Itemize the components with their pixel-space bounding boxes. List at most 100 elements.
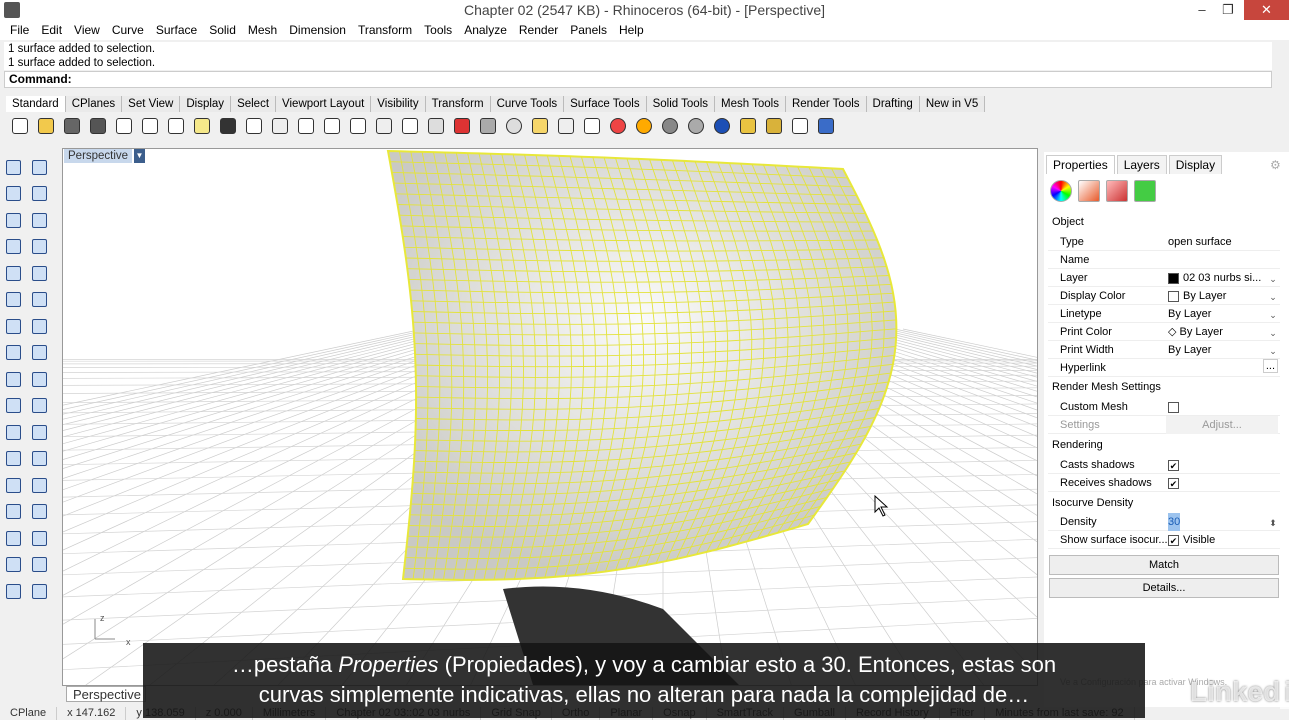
menu-view[interactable]: View (68, 20, 106, 40)
viewport-tab-perspective[interactable]: Perspective (66, 686, 146, 702)
split-tool-icon[interactable] (28, 395, 50, 417)
rectangle-tool-icon[interactable] (28, 236, 50, 258)
cut-icon[interactable] (138, 114, 162, 138)
panel-settings-gear-icon[interactable]: ⚙ (1270, 158, 1281, 172)
menu-render[interactable]: Render (513, 20, 564, 40)
move-icon[interactable] (268, 114, 292, 138)
dimension-icon[interactable] (788, 114, 812, 138)
toolbar-tab-drafting[interactable]: Drafting (866, 96, 920, 112)
help-icon[interactable] (814, 114, 838, 138)
lock-icon[interactable] (580, 114, 604, 138)
erase-tool-icon[interactable] (2, 580, 24, 602)
chevron-down-icon[interactable]: ⌄ (1266, 324, 1280, 340)
point-icon[interactable] (476, 114, 500, 138)
copy-icon[interactable] (164, 114, 188, 138)
visible-checkbox[interactable]: ✔ (1168, 534, 1179, 546)
toolbar-tab-curve-tools[interactable]: Curve Tools (490, 96, 565, 112)
polygon-tool-icon[interactable] (2, 236, 24, 258)
toolbar-tab-viewport-layout[interactable]: Viewport Layout (276, 96, 372, 112)
circle-tool-icon[interactable] (2, 209, 24, 231)
point-grid-tool-icon[interactable] (28, 183, 50, 205)
restore-button[interactable]: ❐ (1214, 0, 1242, 20)
close-button[interactable]: ✕ (1244, 0, 1289, 20)
menu-edit[interactable]: Edit (35, 20, 68, 40)
toolbar-tab-transform[interactable]: Transform (425, 96, 491, 112)
explode-tool-icon[interactable] (2, 368, 24, 390)
tab-properties[interactable]: Properties (1046, 155, 1115, 174)
rendered-sphere-icon[interactable] (684, 114, 708, 138)
render-tool-icon[interactable] (28, 580, 50, 602)
circle-icon[interactable] (502, 114, 526, 138)
car-icon[interactable] (450, 114, 474, 138)
toolbar-tab-surface-tools[interactable]: Surface Tools (564, 96, 647, 112)
point-tool-icon[interactable] (28, 156, 50, 178)
cylinder-tool-icon[interactable] (2, 342, 24, 364)
toolbar-tab-cplanes[interactable]: CPlanes (65, 96, 123, 112)
scale-tool-icon[interactable] (28, 474, 50, 496)
rotate-view-icon[interactable] (398, 114, 422, 138)
sphere-tool-icon[interactable] (28, 315, 50, 337)
toolbar-tab-mesh-tools[interactable]: Mesh Tools (715, 96, 786, 112)
details-button[interactable]: Details... (1049, 578, 1279, 598)
chevron-down-icon[interactable]: ⌄ (1266, 342, 1280, 358)
viewport-title[interactable]: Perspective (64, 149, 133, 163)
array-tool-icon[interactable] (28, 501, 50, 523)
menu-file[interactable]: File (4, 20, 35, 40)
menu-dimension[interactable]: Dimension (283, 20, 352, 40)
texture-mapping-icon[interactable] (1134, 180, 1156, 202)
surface-corner-tool-icon[interactable] (2, 289, 24, 311)
fillet-tool-icon[interactable] (28, 421, 50, 443)
command-input[interactable]: Command: (4, 71, 1272, 88)
perspective-viewport[interactable] (62, 148, 1038, 686)
menu-panels[interactable]: Panels (564, 20, 613, 40)
density-spinner[interactable]: ⬍ (1266, 514, 1280, 530)
viewport-menu-arrow[interactable]: ▼ (134, 149, 145, 163)
extrude-tool-icon[interactable] (28, 289, 50, 311)
rhino-app-icon[interactable] (4, 2, 20, 18)
menu-tools[interactable]: Tools (418, 20, 458, 40)
light-icon[interactable] (554, 114, 578, 138)
hyperlink-browse-button[interactable]: ... (1262, 359, 1278, 373)
undo-icon[interactable] (216, 114, 240, 138)
menu-help[interactable]: Help (613, 20, 650, 40)
analyze-tool-icon[interactable] (2, 554, 24, 576)
casts-shadows-checkbox[interactable]: ✔ (1168, 459, 1179, 471)
object-properties-icon[interactable] (1050, 180, 1072, 202)
layers-icon[interactable] (528, 114, 552, 138)
toolbar-tab-select[interactable]: Select (231, 96, 277, 112)
status-x-147-162[interactable]: x 147.162 (57, 707, 127, 720)
zoom-selected-icon[interactable] (372, 114, 396, 138)
trim-tool-icon[interactable] (28, 368, 50, 390)
render-sphere-icon[interactable] (632, 114, 656, 138)
block-tool-icon[interactable] (2, 527, 24, 549)
text-tool-icon[interactable] (2, 474, 24, 496)
tab-display[interactable]: Display (1168, 155, 1223, 174)
curve-fillet-tool-icon[interactable] (2, 448, 24, 470)
box-tool-icon[interactable] (2, 315, 24, 337)
menu-transform[interactable]: Transform (352, 20, 418, 40)
material-icon[interactable] (1078, 180, 1100, 202)
toolbar-tab-display[interactable]: Display (180, 96, 232, 112)
select-tool-icon[interactable] (2, 156, 24, 178)
paste-icon[interactable] (190, 114, 214, 138)
match-button[interactable]: Match (1049, 555, 1279, 575)
print-icon[interactable] (86, 114, 110, 138)
zoom-extents-icon[interactable] (346, 114, 370, 138)
four-viewports-icon[interactable] (424, 114, 448, 138)
pan-icon[interactable] (242, 114, 266, 138)
shade-sphere-icon[interactable] (658, 114, 682, 138)
density-input[interactable]: 30 (1168, 513, 1181, 531)
open-icon[interactable] (34, 114, 58, 138)
blue-sphere-icon[interactable] (710, 114, 734, 138)
toolbar-tab-set-view[interactable]: Set View (122, 96, 181, 112)
toolbar-tab-solid-tools[interactable]: Solid Tools (646, 96, 715, 112)
menu-mesh[interactable]: Mesh (242, 20, 283, 40)
menu-solid[interactable]: Solid (203, 20, 242, 40)
zoom-window-icon[interactable] (320, 114, 344, 138)
ellipse-tool-icon[interactable] (2, 262, 24, 284)
menu-curve[interactable]: Curve (106, 20, 150, 40)
toolbar-tab-visibility[interactable]: Visibility (371, 96, 426, 112)
pointer-flag-icon[interactable] (736, 114, 760, 138)
zoom-icon[interactable] (294, 114, 318, 138)
menu-analyze[interactable]: Analyze (458, 20, 513, 40)
